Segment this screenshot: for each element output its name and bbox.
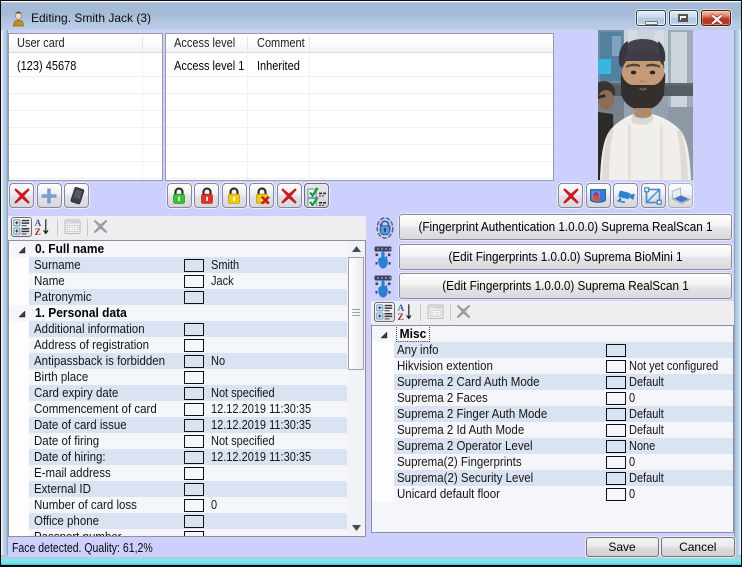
svg-text:Z: Z <box>398 313 404 321</box>
svg-text:Z: Z <box>35 228 41 236</box>
